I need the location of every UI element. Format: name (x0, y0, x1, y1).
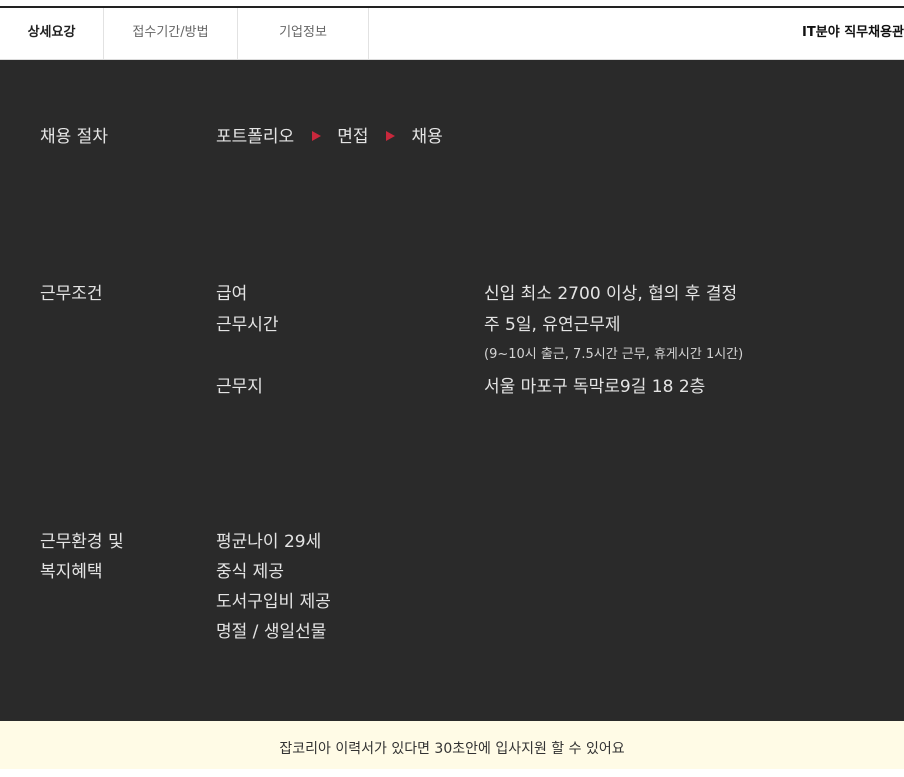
tab-details[interactable]: 상세요강 (0, 8, 104, 59)
welfare-item: 중식 제공 (216, 562, 284, 582)
apply-banner[interactable]: 잡코리아 이력서가 있다면 30초안에 입사지원 할 수 있어요 (0, 721, 904, 769)
hours-note: (9~10시 출근, 7.5시간 근무, 휴게시간 1시간) (484, 347, 744, 362)
salary-value: 신입 최소 2700 이상, 협의 후 결정 (484, 284, 738, 304)
header-title: IT분야 직무채용관 (802, 25, 904, 40)
location-label: 근무지 (216, 377, 263, 397)
process-step: 채용 (411, 127, 443, 147)
tab-company-info[interactable]: 기업정보 (238, 8, 369, 59)
details-panel: 채용 절차 포트폴리오 면접 채용 근무조건 급여 신입 최소 2700 이상, 협… (0, 60, 904, 721)
arrow-right-icon (312, 131, 322, 141)
process-step: 면접 (337, 127, 369, 147)
process-label: 채용 절차 (40, 127, 108, 147)
salary-label: 급여 (216, 284, 248, 304)
tab-application-period[interactable]: 접수기간/방법 (104, 8, 238, 59)
hours-value: 주 5일, 유연근무제 (484, 315, 621, 335)
hours-label: 근무시간 (216, 315, 279, 335)
tab-bar: 상세요강 접수기간/방법 기업정보 IT분야 직무채용관 (0, 8, 904, 60)
welfare-label-line1: 근무환경 및 (40, 532, 124, 552)
conditions-label: 근무조건 (40, 284, 103, 304)
welfare-item: 명절 / 생일선물 (216, 622, 327, 642)
welfare-label-line2: 복지혜택 (40, 562, 103, 582)
welfare-item: 도서구입비 제공 (216, 592, 331, 612)
apply-banner-text: 잡코리아 이력서가 있다면 30초안에 입사지원 할 수 있어요 (279, 741, 625, 757)
welfare-item: 평균나이 29세 (216, 532, 322, 552)
process-steps: 포트폴리오 면접 채용 (216, 122, 443, 152)
arrow-right-icon (386, 131, 396, 141)
process-step: 포트폴리오 (216, 127, 295, 147)
location-value: 서울 마포구 독막로9길 18 2층 (484, 377, 706, 397)
